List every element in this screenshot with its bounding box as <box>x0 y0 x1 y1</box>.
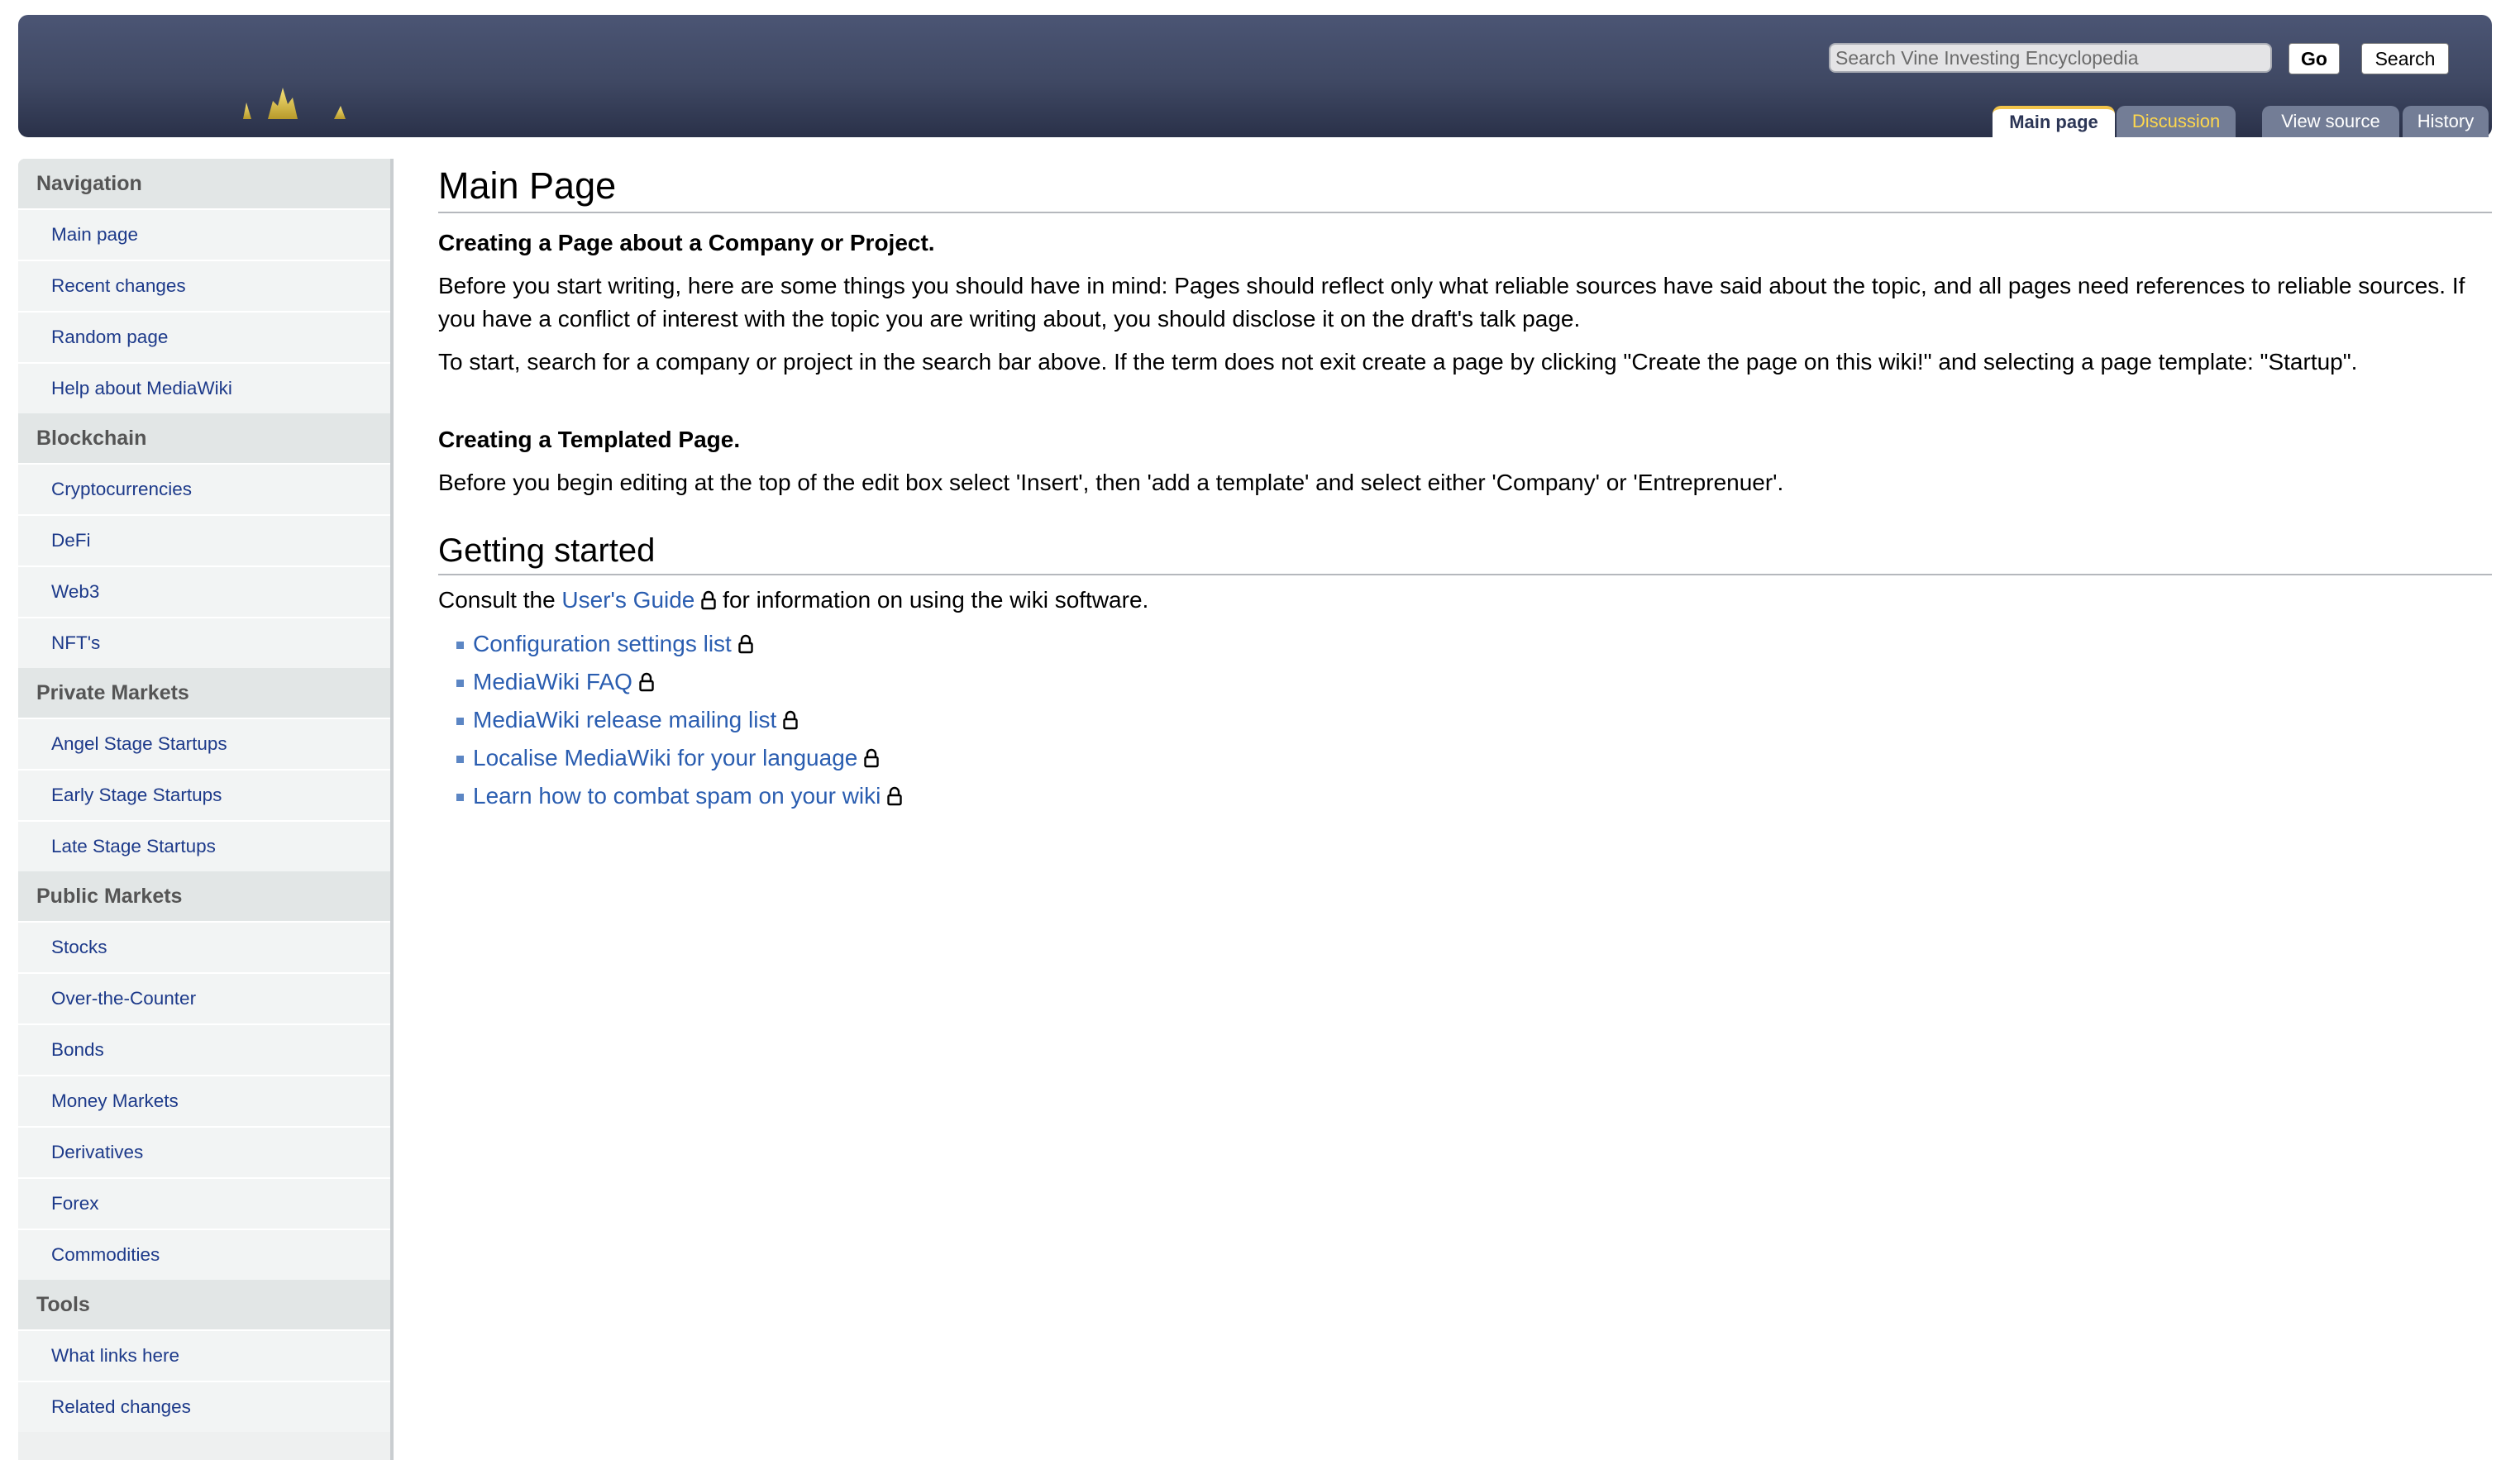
bullet-icon <box>456 794 464 801</box>
bullet-icon <box>456 718 464 725</box>
lock-icon <box>639 672 654 692</box>
tab-discussion[interactable]: Discussion <box>2117 106 2236 137</box>
sidebar-item-random-page[interactable]: Random page <box>18 311 390 362</box>
site-header: Go Search Main page Discussion View sour… <box>18 15 2492 137</box>
sidebar-item-stocks[interactable]: Stocks <box>18 921 390 972</box>
list-item: MediaWiki FAQ <box>456 663 2492 701</box>
tab-history[interactable]: History <box>2403 106 2489 137</box>
tab-view-source[interactable]: View source <box>2262 106 2399 137</box>
section-heading: Creating a Templated Page. <box>438 427 741 452</box>
sidebar-item-otc[interactable]: Over-the-Counter <box>18 972 390 1023</box>
sidebar-item-money-markets[interactable]: Money Markets <box>18 1075 390 1126</box>
tab-main-page[interactable]: Main page <box>1993 106 2115 137</box>
sidebar-section-title: Tools <box>18 1280 390 1329</box>
bullet-icon <box>456 680 464 687</box>
sidebar-item-defi[interactable]: DeFi <box>18 514 390 565</box>
sidebar-item-early-stage[interactable]: Early Stage Startups <box>18 769 390 820</box>
release-mailing-list-link[interactable]: MediaWiki release mailing list <box>473 707 776 732</box>
lock-icon <box>864 748 880 768</box>
go-button[interactable]: Go <box>2289 43 2340 74</box>
list-item: MediaWiki release mailing list <box>456 701 2492 739</box>
sidebar: Navigation Main page Recent changes Rand… <box>18 159 394 1460</box>
sidebar-item-bonds[interactable]: Bonds <box>18 1023 390 1075</box>
sidebar-item-angel-stage[interactable]: Angel Stage Startups <box>18 718 390 769</box>
sidebar-item-cryptocurrencies[interactable]: Cryptocurrencies <box>18 463 390 514</box>
section-title-getting-started: Getting started <box>438 527 2492 575</box>
sidebar-item-derivatives[interactable]: Derivatives <box>18 1126 390 1177</box>
sidebar-item-help[interactable]: Help about MediaWiki <box>18 362 390 413</box>
paragraph: Before you begin editing at the top of t… <box>438 470 1784 495</box>
consult-paragraph: Consult the User's Guide for information… <box>438 584 2492 617</box>
sidebar-item-main-page[interactable]: Main page <box>18 208 390 260</box>
lock-icon <box>783 710 798 730</box>
consult-prefix: Consult the <box>438 587 562 613</box>
paragraph: Before you start writing, here are some … <box>438 273 2465 332</box>
links-list: Configuration settings list MediaWiki FA… <box>438 625 2492 815</box>
sidebar-item-web3[interactable]: Web3 <box>18 565 390 617</box>
section-heading: Creating a Page about a Company or Proje… <box>438 230 935 255</box>
sidebar-item-forex[interactable]: Forex <box>18 1177 390 1229</box>
combat-spam-link[interactable]: Learn how to combat spam on your wiki <box>473 783 881 809</box>
sidebar-section-title: Private Markets <box>18 668 390 718</box>
search-button[interactable]: Search <box>2361 43 2449 74</box>
sidebar-item-late-stage[interactable]: Late Stage Startups <box>18 820 390 871</box>
site-logo[interactable] <box>225 73 365 119</box>
consult-suffix: for information on using the wiki softwa… <box>716 587 1149 613</box>
page-title: Main Page <box>438 160 2492 213</box>
list-item: Localise MediaWiki for your language <box>456 739 2492 777</box>
main-content: Main Page Creating a Page about a Compan… <box>438 160 2492 815</box>
sidebar-item-what-links-here[interactable]: What links here <box>18 1329 390 1381</box>
sidebar-item-related-changes[interactable]: Related changes <box>18 1381 390 1432</box>
list-item: Learn how to combat spam on your wiki <box>456 777 2492 815</box>
search-input[interactable] <box>1829 43 2272 73</box>
paragraph: To start, search for a company or projec… <box>438 349 2358 375</box>
mediawiki-faq-link[interactable]: MediaWiki FAQ <box>473 669 632 694</box>
bullet-icon <box>456 642 464 649</box>
localise-link[interactable]: Localise MediaWiki for your language <box>473 745 857 771</box>
lock-icon <box>738 634 753 654</box>
sidebar-section-title: Navigation <box>18 159 390 208</box>
sidebar-item-recent-changes[interactable]: Recent changes <box>18 260 390 311</box>
lock-icon <box>887 786 903 806</box>
sidebar-section-title: Public Markets <box>18 871 390 921</box>
sidebar-item-nfts[interactable]: NFT's <box>18 617 390 668</box>
config-settings-link[interactable]: Configuration settings list <box>473 631 732 656</box>
list-item: Configuration settings list <box>456 625 2492 663</box>
sidebar-item-commodities[interactable]: Commodities <box>18 1229 390 1280</box>
users-guide-link[interactable]: User's Guide <box>561 587 694 613</box>
sidebar-section-title: Blockchain <box>18 413 390 463</box>
bullet-icon <box>456 756 464 763</box>
lock-icon <box>701 590 717 610</box>
